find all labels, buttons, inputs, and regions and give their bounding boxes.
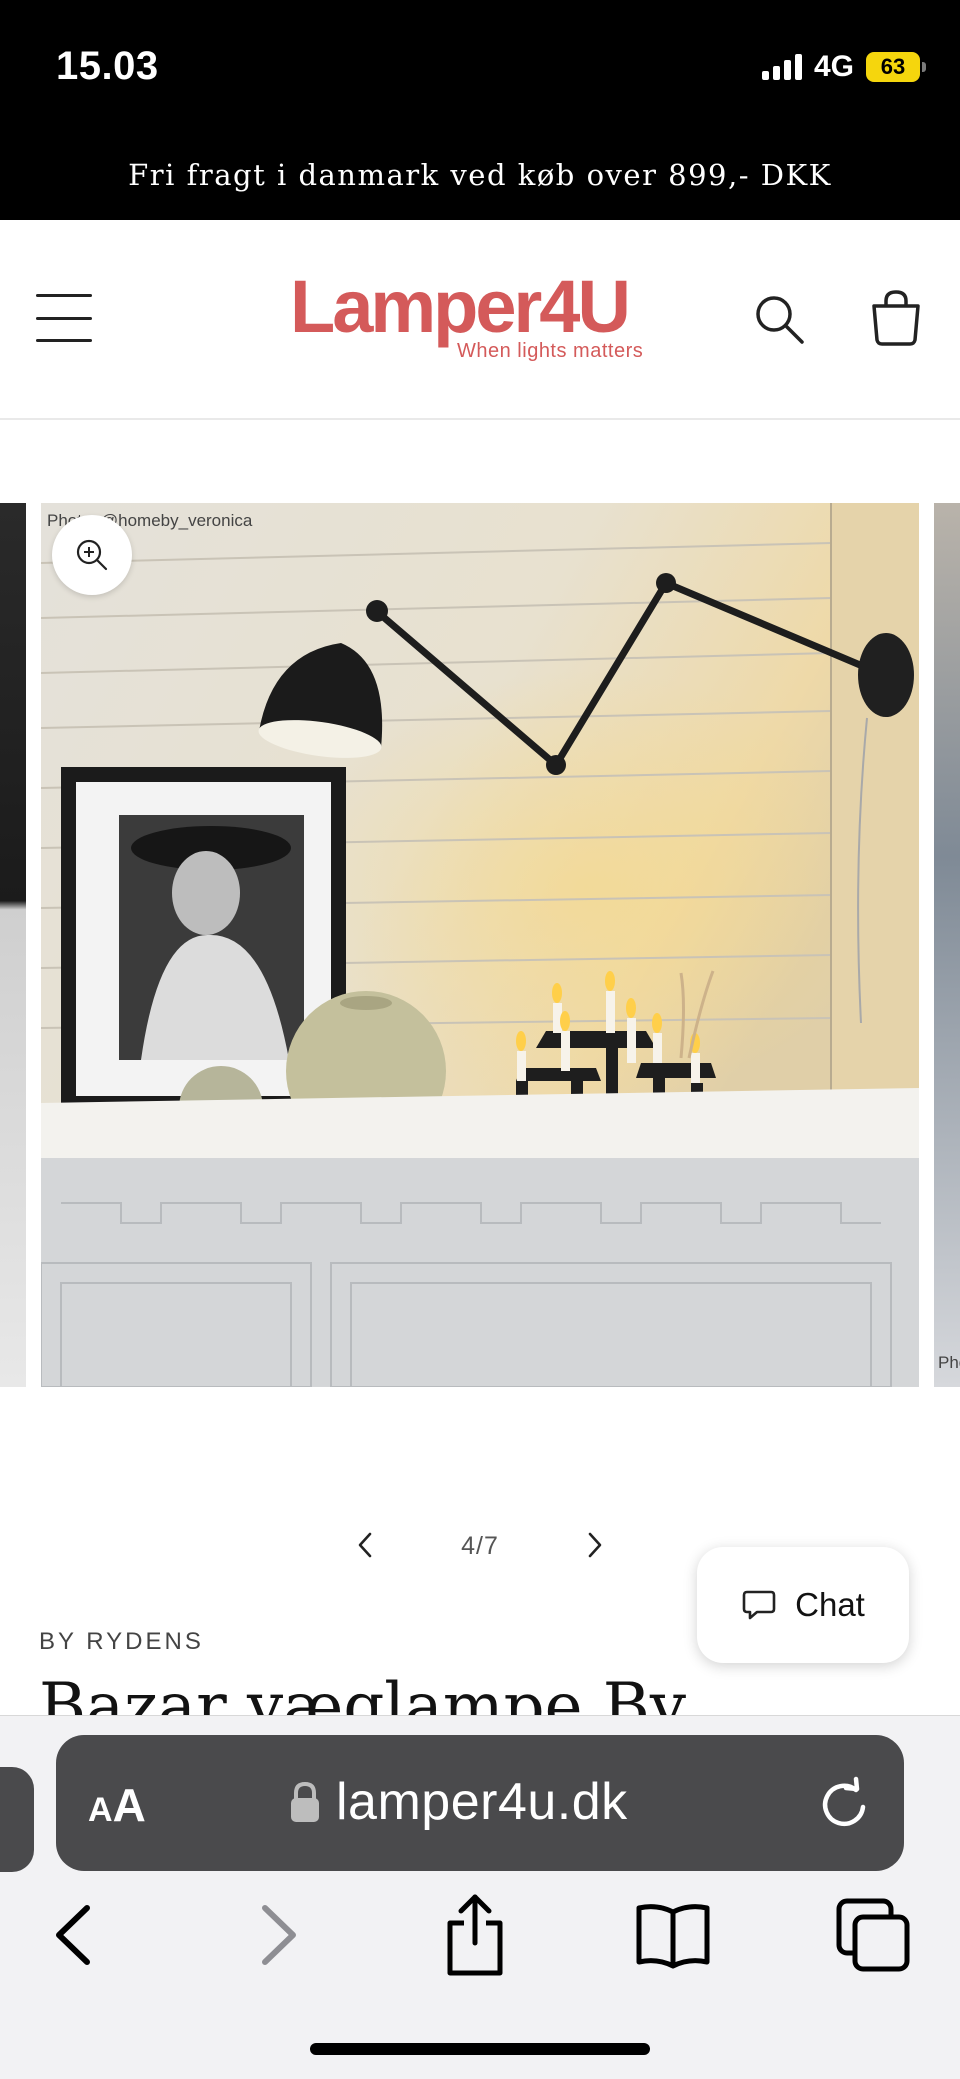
- next-photo-credit: Pho: [938, 1353, 960, 1372]
- zoom-button[interactable]: [52, 515, 132, 595]
- url-text: lamper4u.dk: [336, 1773, 628, 1831]
- lock-icon: [291, 1781, 319, 1822]
- menu-button[interactable]: [36, 294, 92, 342]
- product-title-area: Bazar væglampe By: [0, 1670, 960, 1715]
- cart-button[interactable]: [868, 288, 924, 348]
- back-icon: [56, 1905, 90, 1965]
- site-header: Lamper4U When lights matters: [0, 220, 960, 420]
- site-logo[interactable]: Lamper4U When lights matters: [290, 270, 670, 370]
- chat-bubble-icon: [742, 1590, 776, 1620]
- product-vendor: BY RYDENS: [39, 1628, 204, 1655]
- share-icon: [447, 1894, 503, 1976]
- product-gallery[interactable]: Photo: @homeby_veronica Pho: [0, 503, 960, 1387]
- zoom-in-icon: [76, 539, 108, 571]
- bookmarks-icon: [636, 1904, 710, 1969]
- product-photo: [41, 503, 919, 1387]
- network-type: 4G: [813, 50, 854, 83]
- reader-settings-button[interactable]: AA: [88, 1778, 146, 1832]
- announcement-text: Fri fragt i danmark ved køb over 899,- D…: [128, 158, 832, 192]
- bookmarks-button[interactable]: [628, 1890, 718, 1980]
- logo-text: Lamper4U: [290, 265, 631, 348]
- url-display[interactable]: lamper4u.dk: [288, 1772, 628, 1832]
- chevron-right-icon: [588, 1532, 602, 1558]
- logo-tagline: When lights matters: [457, 340, 644, 362]
- back-button[interactable]: [28, 1890, 118, 1980]
- tabs-icon: [836, 1898, 910, 1972]
- search-button[interactable]: [752, 292, 808, 348]
- chevron-left-icon: [358, 1532, 372, 1558]
- chat-label: Chat: [795, 1586, 865, 1623]
- forward-icon: [262, 1905, 296, 1965]
- battery-icon: 63: [866, 52, 926, 82]
- product-image[interactable]: Photo: @homeby_veronica: [41, 503, 919, 1387]
- status-indicators: 4G 63: [761, 50, 926, 84]
- reload-button[interactable]: [816, 1776, 872, 1832]
- search-icon: [756, 296, 804, 344]
- slide-counter: 4/7: [461, 1532, 499, 1560]
- browser-toolbar: [0, 1890, 960, 2000]
- signal-icon: [761, 54, 802, 80]
- slider-next-button[interactable]: [570, 1520, 620, 1570]
- hamburger-line: [36, 339, 92, 342]
- share-button[interactable]: [430, 1890, 520, 1980]
- previous-slide-peek[interactable]: [0, 503, 26, 1387]
- status-time: 15.03: [56, 44, 159, 88]
- chat-button[interactable]: Chat: [697, 1547, 909, 1663]
- reload-icon: [822, 1776, 866, 1827]
- hamburger-icon: [36, 294, 92, 297]
- cart-icon: [872, 290, 920, 346]
- product-title: Bazar væglampe By: [39, 1670, 686, 1715]
- aa-big-letter: A: [112, 1779, 146, 1831]
- tabs-button[interactable]: [828, 1890, 918, 1980]
- aa-small-letter: A: [88, 1791, 113, 1829]
- home-indicator: [310, 2043, 650, 2055]
- hamburger-line: [36, 316, 92, 320]
- battery-level: 63: [880, 54, 906, 79]
- announcement-bar: Fri fragt i danmark ved køb over 899,- D…: [0, 130, 960, 220]
- previous-tab-peek[interactable]: [0, 1767, 34, 1872]
- next-slide-peek[interactable]: Pho: [934, 503, 960, 1387]
- forward-button[interactable]: [234, 1890, 324, 1980]
- slider-prev-button[interactable]: [340, 1520, 390, 1570]
- slider-controls: 4/7: [340, 1520, 620, 1570]
- status-bar: 15.03 4G 63: [0, 0, 960, 130]
